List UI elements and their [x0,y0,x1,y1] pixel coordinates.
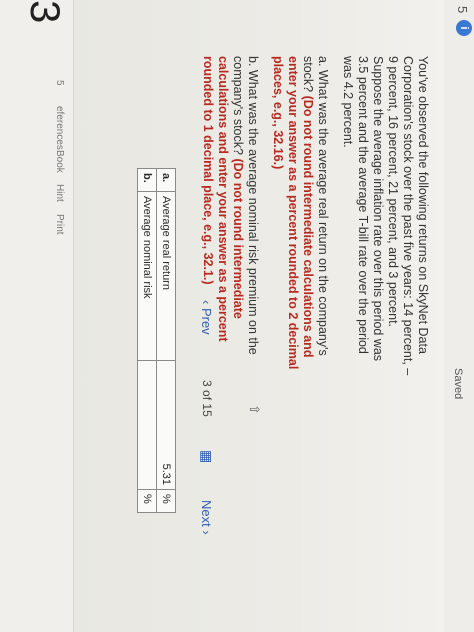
total-pages: 15 [200,403,214,417]
grid-icon[interactable]: ▦ [198,450,215,463]
answer-a-input[interactable]: 5.31 [156,360,176,490]
info-icon[interactable]: i [456,20,472,36]
sidebar-item-hint[interactable]: Hint [54,184,65,202]
part-a: a. What was the average real return on t… [270,56,330,376]
sidebar-item-print[interactable]: Print [54,214,65,235]
sidebar: Book Hint Print eferences 5 [0,0,74,632]
next-label: Next [199,500,214,527]
sidebar-item-book[interactable]: Book [54,150,65,173]
table-row: a. Average real return 5.31 % [156,168,176,513]
of-label: of [200,390,214,401]
answer-table: a. Average real return 5.31 % b. Average… [137,168,176,513]
row-label: Average real return [156,191,176,361]
quiz-page: 5 i Saved You've observed the following … [0,0,474,632]
part-a-instructions: (Do not round intermediate calculations … [271,56,315,370]
mouse-cursor-icon: ⇧ [247,404,262,415]
photo-viewport: 5 i Saved You've observed the following … [0,0,474,632]
percent-unit: % [137,489,157,513]
sidebar-item-references[interactable]: eferences [54,106,65,150]
prev-button[interactable]: ‹ Prev [199,300,214,335]
sidebar-counter: 5 [54,80,65,86]
row-key: a. [156,168,176,192]
row-key: b. [137,168,157,192]
page-indicator: 3 of 15 [200,380,214,417]
question-body: You've observed the following returns on… [190,56,430,376]
table-row: b. Average nominal risk % [137,168,157,513]
question-number: 3 [22,0,69,24]
saved-status: Saved [452,368,464,400]
answer-a-value[interactable]: 5.31 [160,365,172,485]
question-intro: You've observed the following returns on… [341,56,430,376]
prev-label: Prev [199,307,214,335]
question-navigation: ‹ Prev 3 of 15 ▦ Next › [184,300,215,560]
percent-unit: % [156,489,176,513]
header-bar: 5 i Saved [444,0,474,632]
next-button[interactable]: Next › [199,500,214,535]
current-page: 3 [200,380,214,387]
answer-b-input[interactable] [137,360,157,490]
row-label: Average nominal risk [137,191,157,361]
question-counter: 5 [455,6,470,14]
